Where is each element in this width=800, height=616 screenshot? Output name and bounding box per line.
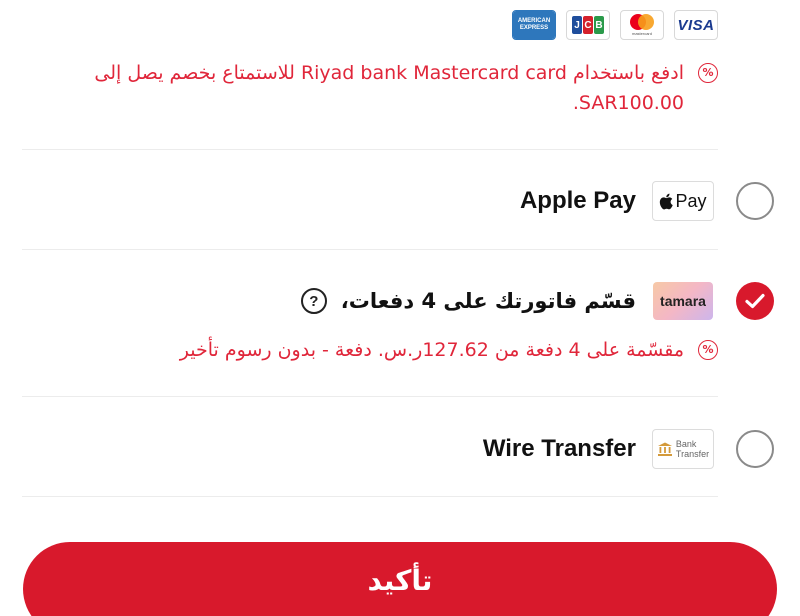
payment-method-apple-pay[interactable]: Pay Apple Pay <box>22 171 774 231</box>
tamara-logo: tamara <box>652 281 714 321</box>
wire-transfer-label: Wire Transfer <box>482 435 636 462</box>
confirm-button[interactable]: تأكيد <box>23 542 777 616</box>
visa-logo: VISA <box>674 10 718 40</box>
card-promo-line-2: SAR100.00. <box>572 92 684 114</box>
card-discount-promo: % ادفع باستخدام Riyad bank Mastercard ca… <box>58 58 718 118</box>
apple-pay-radio[interactable] <box>736 182 774 220</box>
bank-logo-line-1: Bank <box>675 439 697 449</box>
divider <box>22 496 718 497</box>
bank-logo-line-2: Transfer <box>675 449 710 459</box>
tamara-logo-text: tamara <box>653 282 713 320</box>
mastercard-circles-icon <box>628 14 656 30</box>
tamara-installment-promo: % مقسّمة على 4 دفعة من 127.62ر.س. دفعة -… <box>38 335 718 365</box>
apple-pay-logo: Pay <box>652 181 714 221</box>
apple-pay-label: Apple Pay <box>519 187 636 214</box>
divider <box>22 396 718 397</box>
mastercard-logo-text: mastercard <box>631 31 652 36</box>
card-network-logos: VISA mastercard J C B AMERICAN EXPRESS <box>512 10 718 40</box>
card-promo-line-1: ادفع باستخدام Riyad bank Mastercard card… <box>94 62 684 84</box>
amex-logo: AMERICAN EXPRESS <box>512 10 556 40</box>
apple-pay-logo-text: Pay <box>675 190 707 211</box>
percent-badge-icon: % <box>698 63 718 83</box>
tamara-radio[interactable] <box>736 282 774 320</box>
jcb-letter-b: B <box>594 16 604 34</box>
jcb-letter-c: C <box>583 16 593 34</box>
mastercard-logo: mastercard <box>620 10 664 40</box>
checkmark-icon <box>745 293 765 309</box>
visa-logo-text: VISA <box>677 16 715 34</box>
amex-line-2: EXPRESS <box>519 25 549 31</box>
tamara-promo-text: مقسّمة على 4 دفعة من 127.62ر.س. دفعة - ب… <box>179 339 684 361</box>
apple-icon <box>660 193 674 209</box>
bank-icon <box>657 442 672 456</box>
divider <box>22 149 718 150</box>
jcb-letter-j: J <box>572 16 582 34</box>
payment-method-tamara[interactable]: tamara قسّم فاتورتك على 4 دفعات، ? <box>22 271 774 331</box>
percent-badge-icon: % <box>698 340 718 360</box>
divider <box>22 249 718 250</box>
amex-line-1: AMERICAN <box>517 18 551 24</box>
payment-method-wire-transfer[interactable]: Bank Transfer Wire Transfer <box>22 419 774 479</box>
wire-transfer-radio[interactable] <box>736 430 774 468</box>
jcb-logo: J C B <box>566 10 610 40</box>
tamara-label: قسّم فاتورتك على 4 دفعات، <box>340 289 636 313</box>
bank-transfer-logo: Bank Transfer <box>652 429 714 469</box>
help-icon[interactable]: ? <box>300 288 327 314</box>
